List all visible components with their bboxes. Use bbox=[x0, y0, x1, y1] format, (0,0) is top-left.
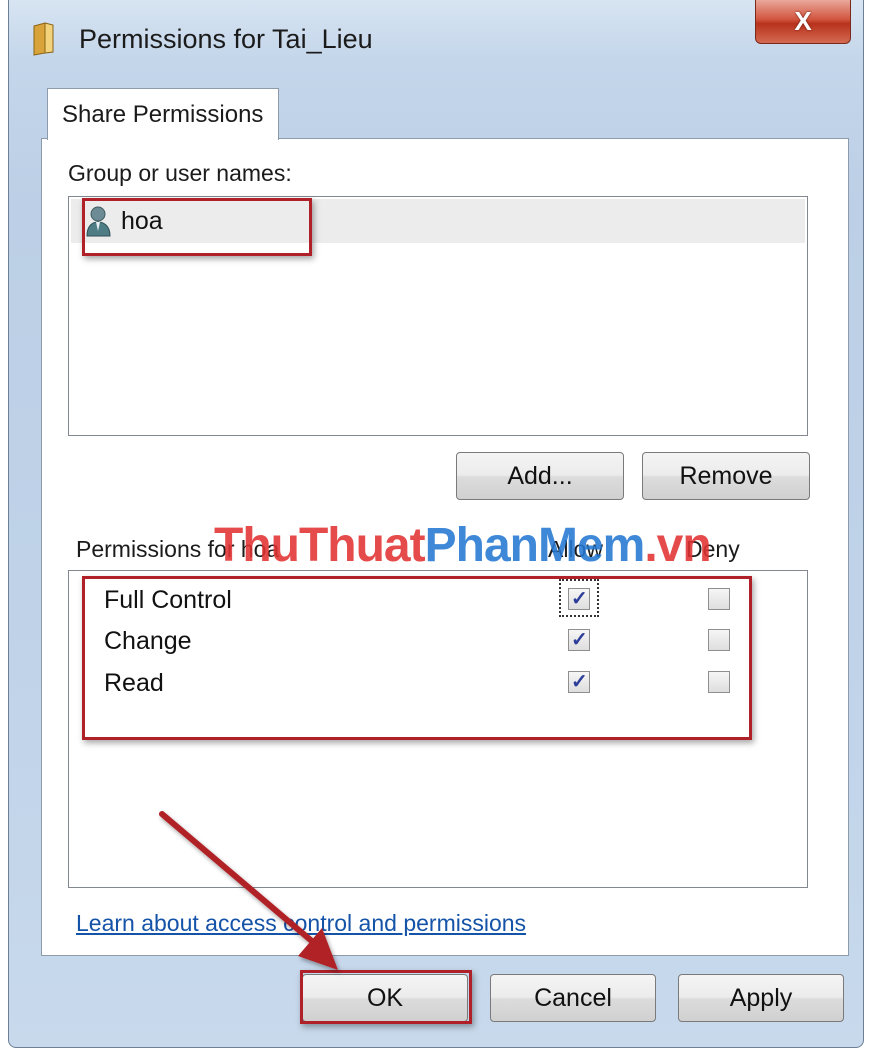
apply-button[interactable]: Apply bbox=[678, 974, 844, 1022]
tab-label: Share Permissions bbox=[62, 101, 264, 128]
watermark: ThuThuatPhanMem.vn bbox=[214, 519, 712, 572]
arrow-annotation-icon bbox=[159, 811, 338, 970]
remove-button[interactable]: Remove bbox=[642, 452, 810, 500]
title-bar: Permissions for Tai_Lieu X bbox=[9, 0, 863, 78]
folder-icon bbox=[33, 22, 54, 56]
permissions-highlight-box bbox=[82, 576, 752, 740]
add-button[interactable]: Add... bbox=[456, 452, 624, 500]
cancel-button[interactable]: Cancel bbox=[490, 974, 656, 1022]
tab-share-permissions[interactable]: Share Permissions bbox=[47, 88, 279, 140]
user-highlight-box bbox=[82, 198, 312, 256]
group-user-names-label: Group or user names: bbox=[68, 160, 292, 186]
close-button[interactable]: X bbox=[755, 0, 851, 44]
window-title: Permissions for Tai_Lieu bbox=[79, 24, 373, 54]
